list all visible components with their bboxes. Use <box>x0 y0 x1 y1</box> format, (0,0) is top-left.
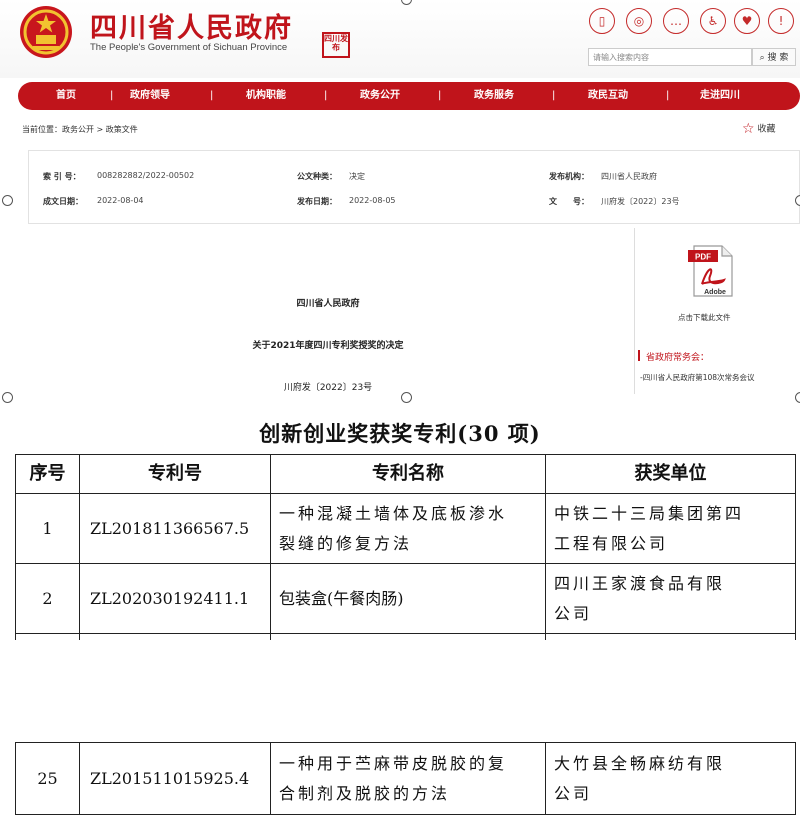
search-button[interactable]: ⌕ 搜 索 <box>752 48 796 66</box>
index-no-value: 008282882/2022-00502 <box>97 171 195 180</box>
section-marker <box>638 350 640 361</box>
main-nav: 首页 | 政府领导 | 机构职能 | 政务公开 | 政务服务 | 政民互动 | … <box>18 82 800 110</box>
created-date-label: 成文日期： <box>43 197 83 206</box>
row-no: 2 <box>15 563 80 634</box>
favorite-button[interactable]: ☆ 收藏 <box>742 121 775 137</box>
patent-name-line: 合制剂及脱胶的方法 <box>279 783 451 803</box>
patent-name-line: 包装盒(午餐肉肠) <box>279 588 404 608</box>
nav-separator: | <box>666 90 670 101</box>
breadcrumb[interactable]: 当前位置：政务公开 > 政策文件 <box>22 124 138 135</box>
patent-name-line: 一种用于苎麻带皮脱胶的复 <box>279 753 508 773</box>
sichuan-release-seal[interactable]: 四川发布 <box>322 32 350 58</box>
award-unit-line: 中铁二十三局集团第四 <box>554 503 745 523</box>
patent-number: ZL201811366567.5 <box>79 493 271 564</box>
nav-separator: | <box>552 90 556 101</box>
elderly-care-icon[interactable]: ♥ <box>734 8 760 34</box>
patent-table: 25 ZL201511015925.4 一种用于苎麻带皮脱胶的复 合制剂及脱胶的方… <box>15 742 796 815</box>
col-header-patent-no: 专利号 <box>79 454 271 494</box>
patent-name-line: 一种混凝土墙体及底板渗水 <box>279 503 508 523</box>
published-date-value: 2022-08-05 <box>349 196 396 205</box>
patent-number: ZL202030192411.1 <box>79 563 271 634</box>
patent-name: 包装盒(午餐肉肠) <box>270 563 546 634</box>
created-date-value: 2022-08-04 <box>97 196 144 205</box>
col-header-patent-name: 专利名称 <box>270 454 546 494</box>
download-file-link[interactable]: 点击下载此文件 <box>678 312 731 323</box>
nav-separator: | <box>324 90 328 101</box>
table-row: 2 ZL202030192411.1 包装盒(午餐肉肠) 四川王家渡食品有限 公司 <box>15 563 796 634</box>
award-unit: 中铁二十三局集团第四 工程有限公司 <box>545 493 796 564</box>
table-row: 25 ZL201511015925.4 一种用于苎麻带皮脱胶的复 合制剂及脱胶的方… <box>15 742 796 815</box>
table-title: 创新创业奖获奖专利(30 项) <box>259 421 541 446</box>
nav-item-leaders[interactable]: 政府领导 <box>130 82 170 110</box>
nav-separator: | <box>110 90 114 101</box>
search-button-label: 搜 索 <box>767 53 789 63</box>
nav-separator: | <box>438 90 442 101</box>
issuer-value: 四川省人民政府 <box>601 172 657 181</box>
national-emblem-icon <box>20 6 72 58</box>
row-no: 1 <box>15 493 80 564</box>
doc-no-value: 川府发〔2022〕23号 <box>601 197 680 206</box>
mobile-icon[interactable]: ▯ <box>589 8 615 34</box>
adobe-label: Adobe <box>704 289 726 296</box>
omitted-rows-gap <box>0 640 800 740</box>
sidebar-divider <box>634 228 635 394</box>
index-no-label: 索 引 号： <box>43 172 81 181</box>
nav-item-open-government[interactable]: 政务公开 <box>360 82 400 110</box>
patent-name: 一种用于苎麻带皮脱胶的复 合制剂及脱胶的方法 <box>270 742 546 815</box>
document-meta-panel: 索 引 号： 008282882/2022-00502 公文种类： 决定 发布机… <box>28 150 800 224</box>
weibo-icon[interactable]: ◎ <box>626 8 652 34</box>
selection-handle[interactable] <box>795 392 800 403</box>
award-unit-line: 四川王家渡食品有限 <box>554 573 726 593</box>
published-date-label: 发布日期： <box>297 197 337 206</box>
row-no: 25 <box>15 742 80 815</box>
executive-meeting-title: 省政府常务会： <box>646 353 710 363</box>
issuer-label: 发布机构： <box>549 172 589 181</box>
favorite-label: 收藏 <box>757 124 776 135</box>
info-icon[interactable]: ! <box>768 8 794 34</box>
star-icon: ☆ <box>742 121 755 137</box>
document-number: 川府发〔2022〕23号 <box>283 383 373 393</box>
nav-item-services[interactable]: 政务服务 <box>474 82 514 110</box>
doc-type-label: 公文种类： <box>297 172 337 181</box>
selection-handle[interactable] <box>795 195 800 206</box>
document-title: 关于2021年度四川专利奖授奖的决定 <box>252 341 404 351</box>
award-unit: 四川王家渡食品有限 公司 <box>545 563 796 634</box>
selection-handle[interactable] <box>401 392 412 403</box>
table-header-row: 序号 专利号 专利名称 获奖单位 <box>15 454 796 494</box>
nav-item-interaction[interactable]: 政民互动 <box>588 82 628 110</box>
col-header-unit: 获奖单位 <box>545 454 796 494</box>
award-unit-line: 公司 <box>554 603 593 623</box>
nav-item-institutions[interactable]: 机构职能 <box>246 82 286 110</box>
patent-name: 一种混凝土墙体及底板渗水 裂缝的修复方法 <box>270 493 546 564</box>
site-title[interactable]: 四川省人民政府 <box>90 6 293 45</box>
document-issuer: 四川省人民政府 <box>296 299 360 309</box>
patent-name-line: 裂缝的修复方法 <box>279 533 413 553</box>
table-row: 1 ZL201811366567.5 一种混凝土墙体及底板渗水 裂缝的修复方法 中… <box>15 493 796 564</box>
patent-number: ZL201511015925.4 <box>79 742 271 815</box>
search-input[interactable]: 请输入搜索内容 <box>588 48 752 66</box>
search-icon: ⌕ <box>759 53 765 63</box>
pdf-file-icon[interactable]: PDF Adobe <box>688 244 736 298</box>
document-body: 四川省人民政府 关于2021年度四川专利奖授奖的决定 川府发〔2022〕23号 <box>28 226 628 396</box>
col-header-no: 序号 <box>15 454 80 494</box>
doc-type-value: 决定 <box>349 172 365 181</box>
site-subtitle: The People's Government of Sichuan Provi… <box>90 42 288 53</box>
award-unit-line: 大竹县全畅麻纺有限 <box>554 753 726 773</box>
selection-handle[interactable] <box>2 392 13 403</box>
accessibility-icon[interactable]: ♿ <box>700 8 726 34</box>
award-unit-line: 公司 <box>554 783 593 803</box>
nav-item-home[interactable]: 首页 <box>56 82 76 110</box>
nav-item-about-sichuan[interactable]: 走进四川 <box>700 82 740 110</box>
doc-no-label: 文 号： <box>549 197 589 206</box>
selection-handle[interactable] <box>2 195 13 206</box>
pdf-label: PDF <box>695 253 711 262</box>
award-unit-line: 工程有限公司 <box>554 533 669 553</box>
executive-meeting-link[interactable]: -四川省人民政府第108次常务会议 <box>640 372 755 383</box>
wechat-icon[interactable]: … <box>663 8 689 34</box>
nav-separator: | <box>210 90 214 101</box>
award-unit: 大竹县全畅麻纺有限 公司 <box>545 742 796 815</box>
